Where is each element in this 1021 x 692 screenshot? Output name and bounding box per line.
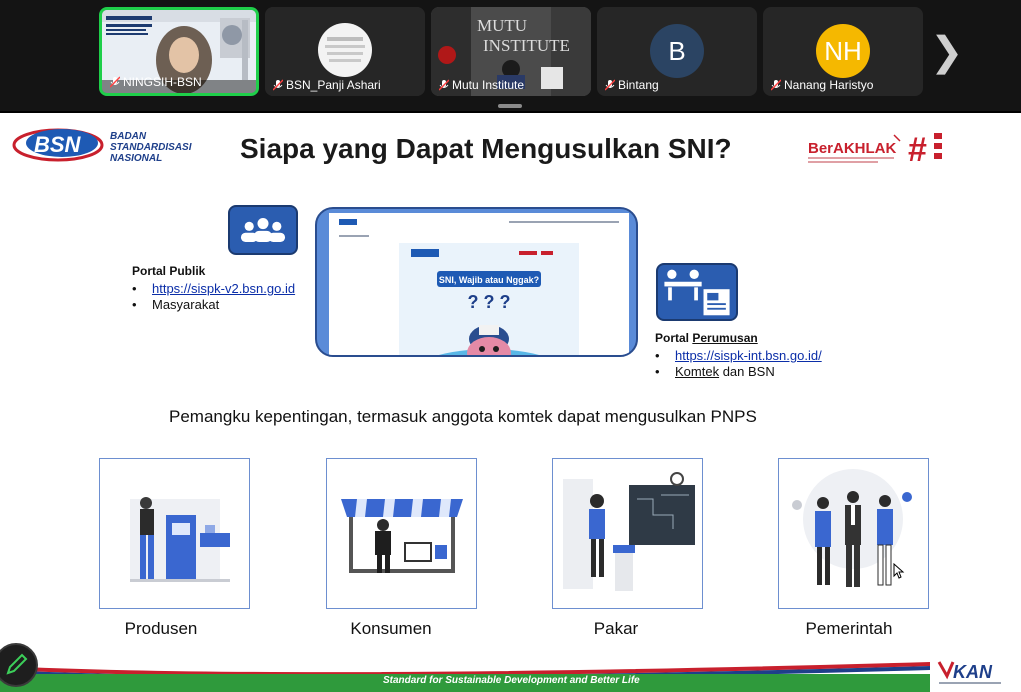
svg-text:MUTU: MUTU [477,16,527,35]
pencil-icon [6,653,28,675]
participant-strip: NINGSIH-BSN BSN_Panji Ashari MUTU INSTIT… [0,0,1021,111]
participant-tile-panji[interactable]: BSN_Panji Ashari [265,7,425,96]
list-item: https://sispk-v2.bsn.go.id [132,281,295,297]
participant-initials-avatar: B [650,24,704,78]
people-group-icon [228,205,298,255]
annotate-pen-button[interactable] [0,643,38,687]
mic-muted-icon [605,79,615,91]
portal-publik-list: https://sispk-v2.bsn.go.id Masyarakat [132,281,295,313]
mic-muted-icon [771,79,781,91]
shared-slide: BSN BADAN STANDARDISASI NASIONAL Siapa y… [0,113,1021,692]
participant-name-label: Mutu Institute [439,78,524,92]
portal-perumusan-list: https://sispk-int.bsn.go.id/ Komtek dan … [655,348,822,380]
participant-name-label: NINGSIH-BSN [110,75,202,89]
mic-muted-icon [439,79,449,91]
sispk-v2-link[interactable]: https://sispk-v2.bsn.go.id [152,281,295,296]
svg-text:NASIONAL: NASIONAL [110,153,162,164]
participant-initials-avatar: NH [816,24,870,78]
participant-name-label: Bintang [605,78,659,92]
portal-screenshot: SNI, Wajib atau Nggak? ? ? ? [329,213,629,355]
pemerintah-illustration [778,458,929,609]
berakhlak-logo: BerAKHLAK # [808,131,942,167]
bsn-logo: BSN BADAN STANDARDISASI NASIONAL [12,128,192,164]
svg-text:BerAKHLAK: BerAKHLAK [808,140,897,157]
participant-name-label: Nanang Haristyo [771,78,873,92]
svg-text:? ? ?: ? ? ? [468,292,511,312]
next-participants-chevron-icon[interactable]: ❯ [930,28,964,76]
mic-muted-icon [273,79,283,91]
pakar-illustration [552,458,703,609]
svg-text:BADAN: BADAN [110,131,147,142]
pakar-label: Pakar [593,619,639,638]
konsumen-label: Konsumen [350,619,432,638]
sispk-int-link[interactable]: https://sispk-int.bsn.go.id/ [675,348,822,363]
list-item: Komtek dan BSN [655,364,822,380]
konsumen-illustration [326,458,477,609]
svg-text:#: # [908,131,927,167]
portal-publik-block: Portal Publik https://sispk-v2.bsn.go.id… [132,264,295,313]
produsen-label: Produsen [124,619,198,638]
portal-publik-title: Portal Publik [132,264,206,278]
svg-text:BSN: BSN [34,132,82,157]
svg-text:KAN: KAN [953,662,993,682]
mouse-cursor-icon [893,563,905,579]
participant-tile-ningsih[interactable]: NINGSIH-BSN [99,7,259,96]
svg-text:STANDARDISASI: STANDARDISASI [110,142,192,153]
participant-name-label: BSN_Panji Ashari [273,78,381,92]
footer-slogan: Standard for Sustainable Development and… [383,675,640,686]
portal-screenshot-frame: SNI, Wajib atau Nggak? ? ? ? [315,207,638,357]
meeting-document-icon [656,263,738,321]
participant-tile-nanang[interactable]: NH Nanang Haristyo [763,7,923,96]
portal-perumusan-title: Portal Perumusan [655,331,758,345]
slide-title: Siapa yang Dapat Mengusulkan SNI? [240,133,732,164]
meeting-window: NINGSIH-BSN BSN_Panji Ashari MUTU INSTIT… [0,0,1021,692]
kan-logo: KAN [937,661,1001,684]
portal-perumusan-block: Portal Perumusan https://sispk-int.bsn.g… [655,331,822,380]
svg-text:INSTITUTE: INSTITUTE [483,36,570,55]
participant-tile-bintang[interactable]: B Bintang [597,7,757,96]
participant-tile-mutu-institute[interactable]: MUTU INSTITUTE Mutu Institute [431,7,591,96]
list-item: Masyarakat [132,297,295,313]
list-item: https://sispk-int.bsn.go.id/ [655,348,822,364]
mic-muted-icon [110,76,120,88]
svg-text:SNI, Wajib atau Nggak?: SNI, Wajib atau Nggak? [439,275,539,285]
produsen-illustration [99,458,250,609]
stakeholder-caption: Pemangku kepentingan, termasuk anggota k… [169,407,757,426]
strip-drag-handle[interactable] [498,104,522,108]
pemerintah-label: Pemerintah [805,619,893,638]
